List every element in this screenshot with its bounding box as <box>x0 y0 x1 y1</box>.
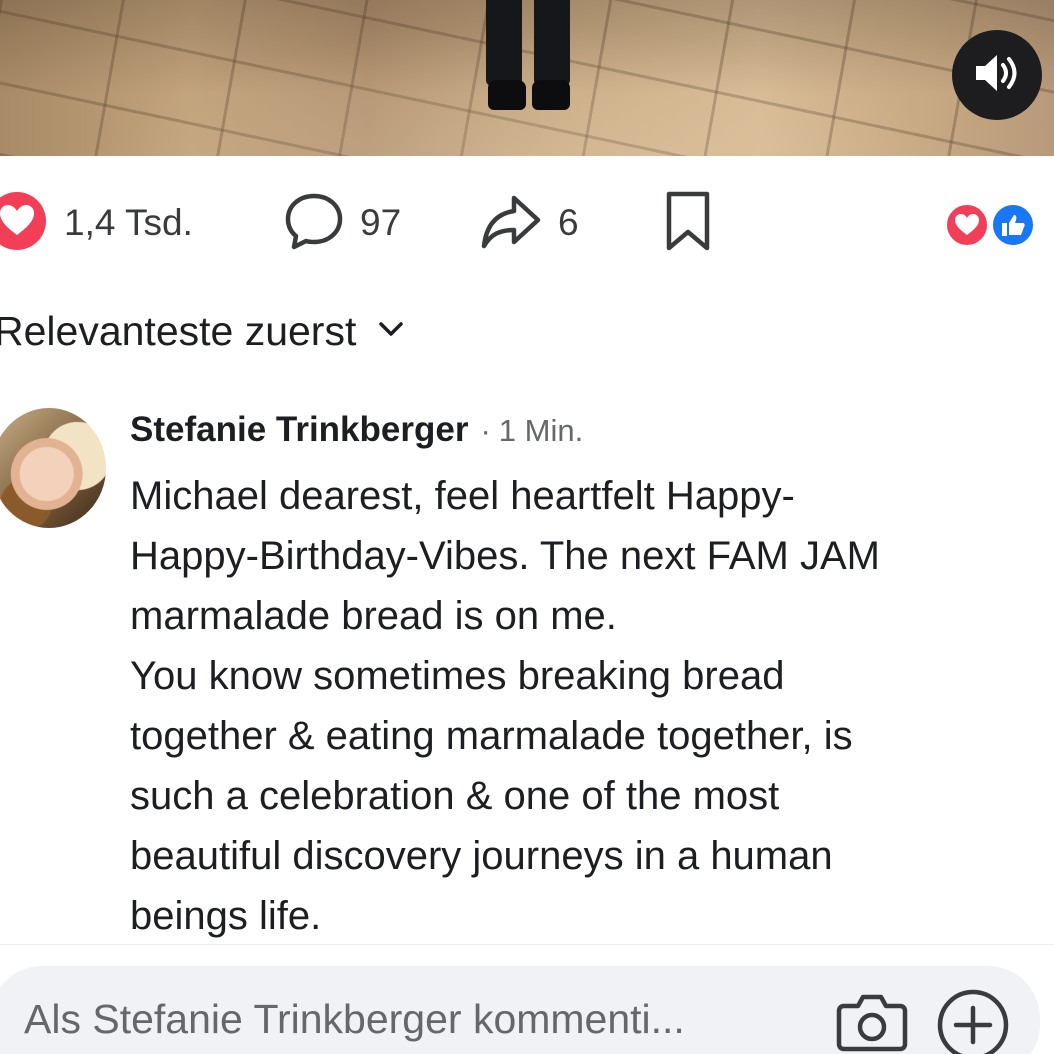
comment-line: beings life. <box>130 894 322 938</box>
like-reaction-icon <box>990 202 1036 248</box>
comment-text: Michael dearest, feel heartfelt Happy- H… <box>130 466 1030 946</box>
share-arrow-icon <box>480 192 542 255</box>
comment-line: Happy-Birthday-Vibes. The next FAM JAM <box>130 534 880 578</box>
comment-input-placeholder: Als Stefanie Trinkberger kommenti... <box>24 996 685 1042</box>
post-action-bar: 1,4 Tsd. 97 6 <box>0 190 1054 256</box>
sound-toggle-button[interactable] <box>952 30 1042 120</box>
reactions-button[interactable]: 1,4 Tsd. <box>0 190 193 256</box>
camera-icon[interactable] <box>836 992 908 1052</box>
reaction-summary[interactable] <box>944 202 1044 248</box>
add-attachment-icon[interactable] <box>936 988 1010 1054</box>
comment-line: together & eating marmalade together, is <box>130 714 853 758</box>
comment-sort-dropdown[interactable]: Relevanteste zuerst <box>0 304 404 358</box>
comment-button[interactable]: 97 <box>284 190 401 256</box>
reactions-count: 1,4 Tsd. <box>64 202 193 243</box>
separator-dot: · <box>480 413 491 448</box>
post-video[interactable] <box>0 0 1054 156</box>
comment-line: marmalade bread is on me. <box>130 594 617 638</box>
comment-header: Stefanie Trinkberger · 1 Min. <box>130 410 583 454</box>
chevron-down-icon <box>378 320 404 343</box>
speaker-icon <box>972 51 1022 100</box>
heart-reaction-icon <box>0 190 48 257</box>
comment-line: such a celebration & one of the most <box>130 774 780 818</box>
sort-label: Relevanteste zuerst <box>0 307 357 354</box>
comment-author[interactable]: Stefanie Trinkberger <box>130 410 468 450</box>
commenter-avatar[interactable] <box>0 408 106 528</box>
shares-count: 6 <box>558 202 579 243</box>
save-button[interactable] <box>664 190 712 256</box>
comment-line: You know sometimes breaking bread <box>130 654 785 698</box>
comments-count: 97 <box>360 202 402 243</box>
video-subject <box>486 0 576 110</box>
post-detail-screen: 1,4 Tsd. 97 6 Relevanteste zuerst Stefan… <box>0 0 1054 1054</box>
heart-reaction-icon <box>944 202 990 248</box>
comment-bubble-icon <box>284 191 344 256</box>
bookmark-icon <box>664 190 712 257</box>
comment-line: Michael dearest, feel heartfelt Happy- <box>130 474 795 518</box>
comment-line: beautiful discovery journeys in a human <box>130 834 833 878</box>
share-button[interactable]: 6 <box>480 190 579 256</box>
comment-timestamp: 1 Min. <box>498 413 584 448</box>
